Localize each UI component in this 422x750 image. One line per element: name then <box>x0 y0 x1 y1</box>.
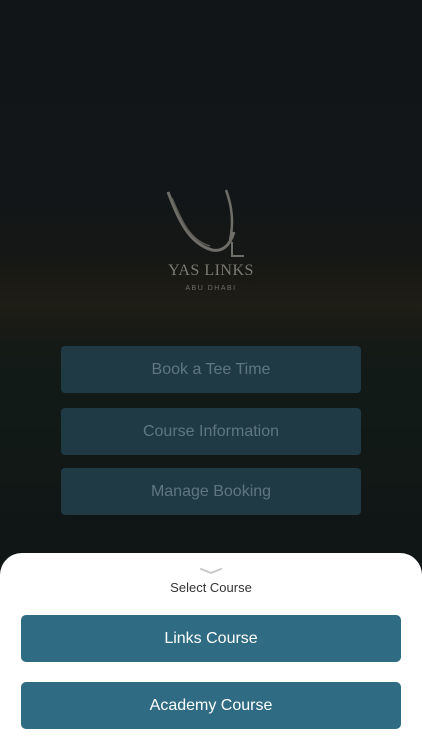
brand-subtitle: ABU DHABI <box>185 285 237 292</box>
sheet-title: Select Course <box>170 580 252 595</box>
yas-links-logo-icon <box>166 189 244 257</box>
links-course-button[interactable]: Links Course <box>21 615 401 662</box>
chevron-down-icon <box>200 568 222 574</box>
academy-course-button[interactable]: Academy Course <box>21 682 401 729</box>
sheet-handle[interactable] <box>199 562 223 574</box>
yas-links-logo: YAS LINKS ABU DHABI <box>150 188 272 298</box>
select-course-sheet: Select Course Links Course Academy Cours… <box>0 553 422 750</box>
book-tee-time-button[interactable]: Book a Tee Time <box>61 346 361 393</box>
brand-name: YAS LINKS <box>168 262 254 279</box>
manage-booking-button[interactable]: Manage Booking <box>61 468 361 515</box>
course-information-button[interactable]: Course Information <box>61 408 361 455</box>
